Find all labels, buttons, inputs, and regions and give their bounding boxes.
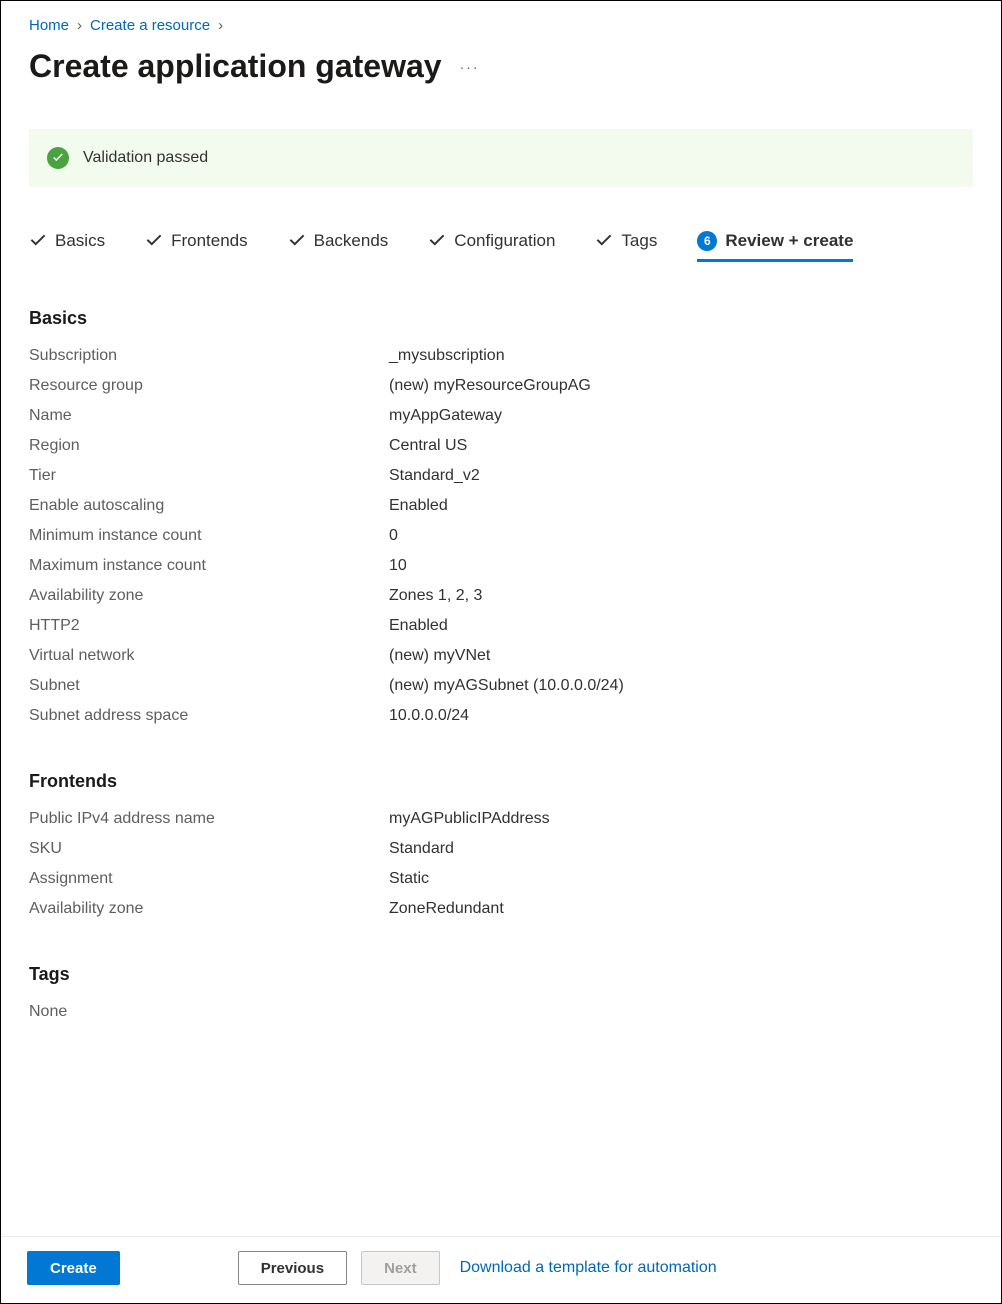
kv-label: SKU [29,840,389,858]
kv-row: SKUStandard [29,840,973,858]
kv-row: Virtual network(new) myVNet [29,647,973,665]
kv-label: Resource group [29,377,389,395]
tab-basics[interactable]: Basics [29,231,105,262]
validation-message: Validation passed [83,149,208,167]
tab-label: Basics [55,231,105,251]
chevron-right-icon: › [77,17,82,34]
kv-row: NamemyAppGateway [29,407,973,425]
kv-label: Minimum instance count [29,527,389,545]
tab-label: Tags [621,231,657,251]
checkmark-icon [145,232,163,250]
kv-label: HTTP2 [29,617,389,635]
section-heading-frontends: Frontends [29,771,973,792]
breadcrumb-home[interactable]: Home [29,17,69,34]
kv-row: Public IPv4 address namemyAGPublicIPAddr… [29,810,973,828]
section-heading-tags: Tags [29,964,973,985]
kv-value: Enabled [389,617,448,635]
kv-label: Enable autoscaling [29,497,389,515]
checkmark-icon [595,232,613,250]
kv-label: Virtual network [29,647,389,665]
frontends-list: Public IPv4 address namemyAGPublicIPAddr… [29,810,973,918]
breadcrumb-create-resource[interactable]: Create a resource [90,17,210,34]
tab-label: Review + create [725,231,853,251]
kv-label: Region [29,437,389,455]
next-button: Next [361,1251,440,1285]
kv-label: Tier [29,467,389,485]
breadcrumb: Home › Create a resource › [29,17,973,34]
wizard-tabs: Basics Frontends Backends Configuration … [29,231,973,262]
tab-backends[interactable]: Backends [288,231,389,262]
kv-value: ZoneRedundant [389,900,504,918]
download-template-link[interactable]: Download a template for automation [460,1259,717,1277]
kv-label: Subnet address space [29,707,389,725]
kv-value: 10 [389,557,407,575]
tab-label: Backends [314,231,389,251]
kv-row: Resource group(new) myResourceGroupAG [29,377,973,395]
kv-row: Subnet(new) myAGSubnet (10.0.0.0/24) [29,677,973,695]
more-menu-icon[interactable]: ··· [460,59,480,75]
tab-configuration[interactable]: Configuration [428,231,555,262]
kv-row: Enable autoscalingEnabled [29,497,973,515]
kv-row: AssignmentStatic [29,870,973,888]
kv-value: Zones 1, 2, 3 [389,587,482,605]
tags-none: None [29,1003,973,1021]
kv-label: Subnet [29,677,389,695]
kv-row: Subscription_mysubscription [29,347,973,365]
checkmark-icon [288,232,306,250]
kv-label: Availability zone [29,900,389,918]
kv-label: Availability zone [29,587,389,605]
tab-frontends[interactable]: Frontends [145,231,248,262]
kv-row: Availability zoneZoneRedundant [29,900,973,918]
kv-value: 10.0.0.0/24 [389,707,469,725]
tab-label: Configuration [454,231,555,251]
checkmark-icon [428,232,446,250]
kv-value: myAGPublicIPAddress [389,810,550,828]
kv-value: 0 [389,527,398,545]
create-button[interactable]: Create [27,1251,120,1285]
kv-label: Public IPv4 address name [29,810,389,828]
kv-label: Subscription [29,347,389,365]
kv-value: Enabled [389,497,448,515]
kv-row: Maximum instance count10 [29,557,973,575]
chevron-right-icon: › [218,17,223,34]
kv-value: Standard [389,840,454,858]
kv-value: myAppGateway [389,407,502,425]
footer-actions: Create Previous Next Download a template… [1,1236,1001,1303]
kv-value: (new) myResourceGroupAG [389,377,591,395]
kv-label: Assignment [29,870,389,888]
kv-label: Maximum instance count [29,557,389,575]
tab-tags[interactable]: Tags [595,231,657,262]
kv-label: Name [29,407,389,425]
page-title: Create application gateway [29,48,442,85]
checkmark-icon [29,232,47,250]
validation-banner: Validation passed [29,129,973,187]
kv-row: HTTP2Enabled [29,617,973,635]
kv-value: Standard_v2 [389,467,480,485]
kv-value: (new) myVNet [389,647,490,665]
tab-label: Frontends [171,231,248,251]
step-number-badge: 6 [697,231,717,251]
basics-list: Subscription_mysubscription Resource gro… [29,347,973,725]
previous-button[interactable]: Previous [238,1251,347,1285]
kv-row: TierStandard_v2 [29,467,973,485]
section-heading-basics: Basics [29,308,973,329]
success-check-icon [47,147,69,169]
kv-value: Static [389,870,429,888]
tab-review-create[interactable]: 6 Review + create [697,231,853,262]
kv-row: RegionCentral US [29,437,973,455]
kv-row: Availability zoneZones 1, 2, 3 [29,587,973,605]
kv-value: (new) myAGSubnet (10.0.0.0/24) [389,677,624,695]
kv-row: Subnet address space10.0.0.0/24 [29,707,973,725]
kv-row: Minimum instance count0 [29,527,973,545]
kv-value: Central US [389,437,467,455]
kv-value: _mysubscription [389,347,505,365]
